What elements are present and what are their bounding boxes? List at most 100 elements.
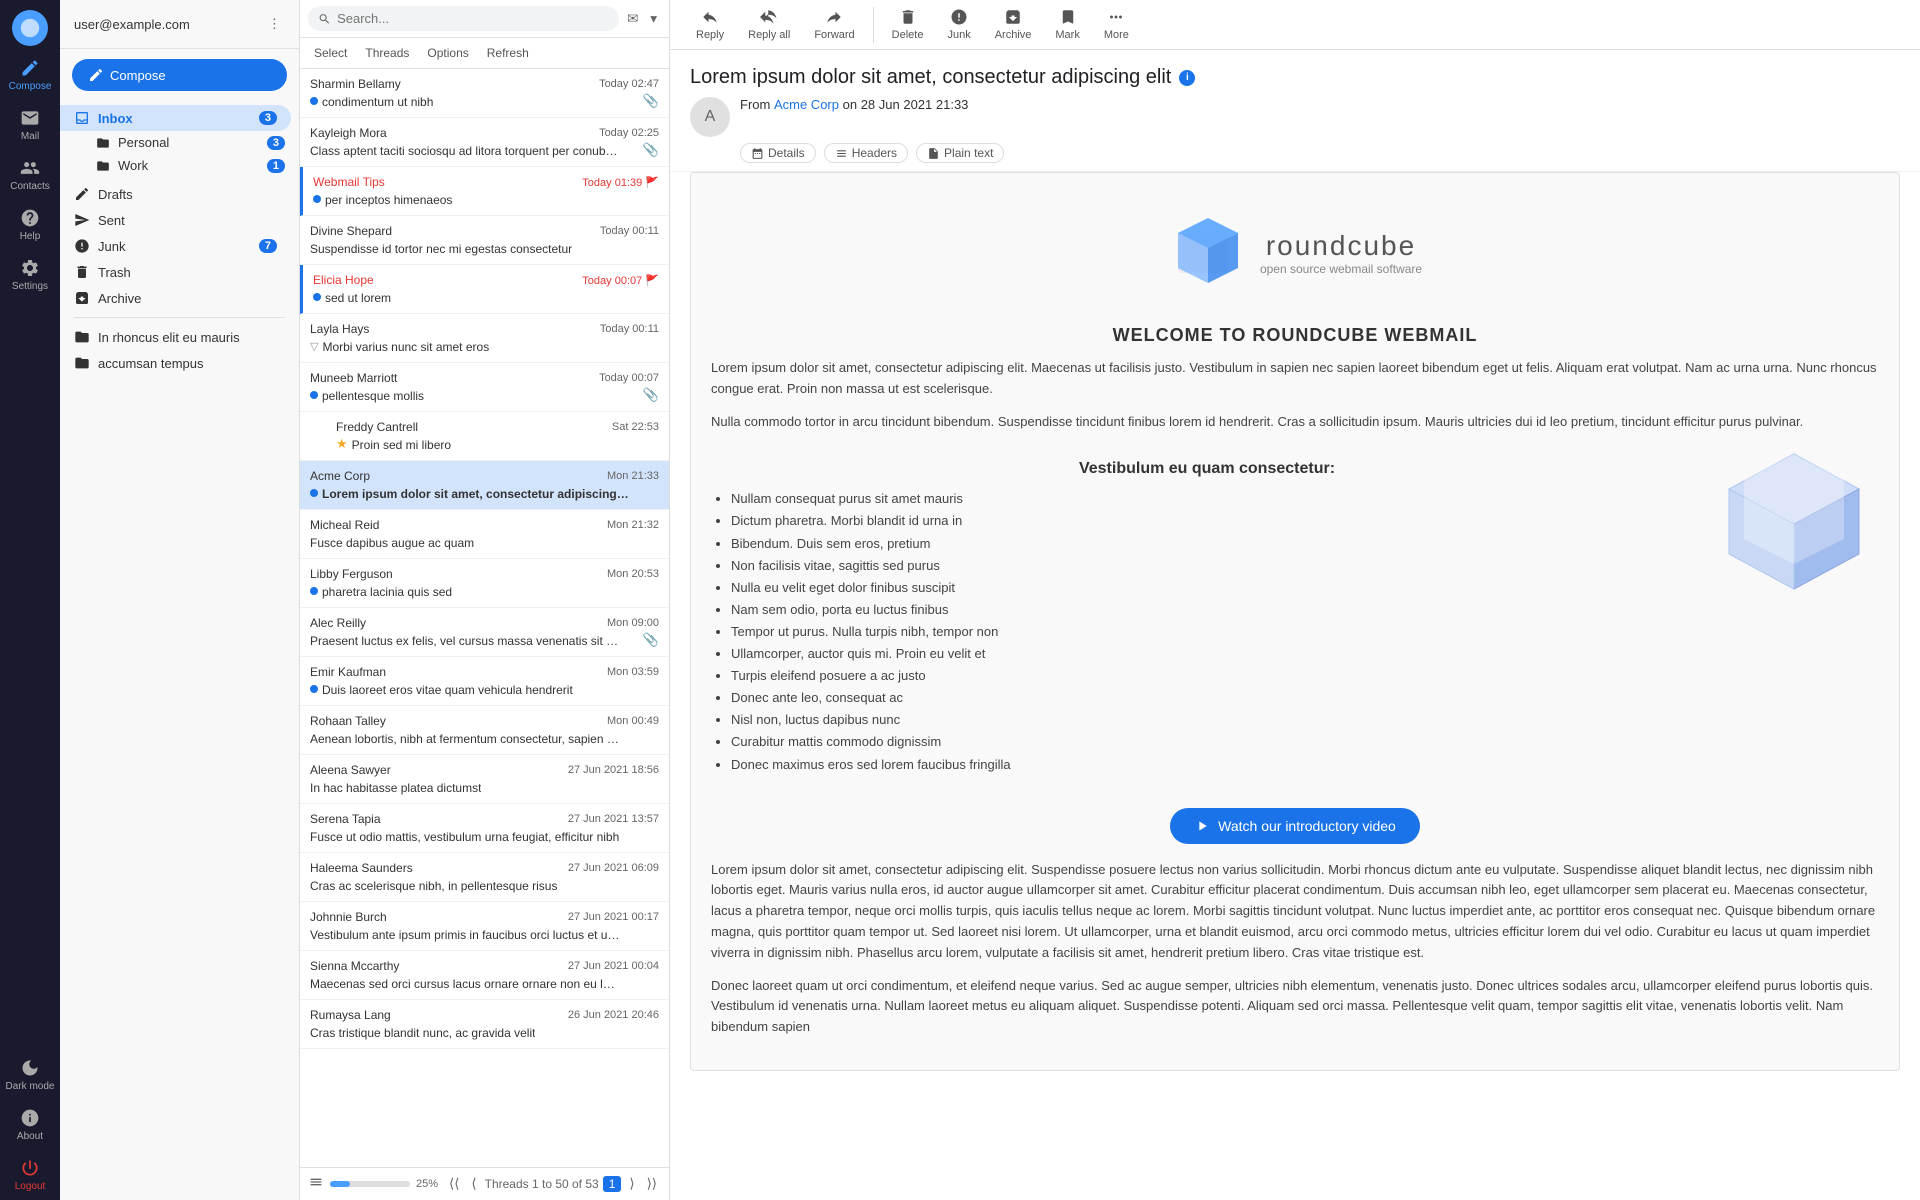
delete-button[interactable]: Delete [882, 4, 934, 45]
plain-text-tag[interactable]: Plain text [916, 143, 1004, 163]
sender-link[interactable]: Acme Corp [774, 97, 839, 112]
email-item[interactable]: Sienna Mccarthy 27 Jun 2021 00:04 Maecen… [300, 951, 669, 1000]
last-page-button[interactable]: ⟩⟩ [643, 1174, 661, 1194]
email-subject: In hac habitasse platea dictumst [310, 781, 481, 795]
select-button[interactable]: Select [306, 42, 355, 64]
email-sender: Sharmin Bellamy [310, 77, 401, 91]
email-time: Sat 22:53 [612, 421, 659, 433]
prev-page-button[interactable]: ⟨ [467, 1174, 480, 1194]
email-item[interactable]: Webmail Tips Today 01:39 🚩 per inceptos … [300, 167, 669, 216]
email-time: 27 Jun 2021 13:57 [568, 813, 659, 825]
nav-folder-junk[interactable]: Junk 7 [60, 233, 291, 259]
archive-button[interactable]: Archive [985, 4, 1042, 45]
nav-subfolder-personal[interactable]: Personal 3 [60, 131, 299, 154]
email-item[interactable]: Micheal Reid Mon 21:32 Fusce dapibus aug… [300, 510, 669, 559]
email-item[interactable]: Libby Ferguson Mon 20:53 pharetra lacini… [300, 559, 669, 608]
more-button[interactable]: More [1094, 4, 1139, 45]
help-label: Help [20, 231, 41, 242]
threads-button[interactable]: Threads [357, 42, 417, 64]
email-item[interactable]: Elicia Hope Today 00:07 🚩 sed ut lorem [300, 265, 669, 314]
envelope-filter-button[interactable]: ✉ [623, 7, 642, 31]
nav-subfolder-work[interactable]: Work 1 [60, 154, 299, 177]
email-sender: Haleema Saunders [310, 861, 413, 875]
first-page-button[interactable]: ⟨⟨ [445, 1174, 463, 1194]
nav-folder-archive[interactable]: Archive [60, 285, 291, 311]
progress-fill [330, 1181, 350, 1187]
thread-expand-icon[interactable]: ▽ [310, 340, 318, 353]
sidebar-item-logout[interactable]: Logout [2, 1150, 59, 1200]
video-button[interactable]: Watch our introductory video [1170, 808, 1420, 844]
email-item[interactable]: Alec Reilly Mon 09:00 Praesent luctus ex… [300, 608, 669, 657]
body-paragraph-2: Nulla commodo tortor in arcu tincidunt b… [711, 412, 1879, 433]
email-item[interactable]: Aleena Sawyer 27 Jun 2021 18:56 In hac h… [300, 755, 669, 804]
email-sender: Freddy Cantrell [336, 420, 418, 434]
search-dropdown-button[interactable]: ▾ [646, 7, 661, 31]
nav-folder-trash[interactable]: Trash [60, 259, 291, 285]
delete-label: Delete [892, 29, 924, 41]
refresh-button[interactable]: Refresh [479, 42, 537, 64]
email-item[interactable]: Rumaysa Lang 26 Jun 2021 20:46 Cras tris… [300, 1000, 669, 1049]
email-item[interactable]: Johnnie Burch 27 Jun 2021 00:17 Vestibul… [300, 902, 669, 951]
sidebar-item-darkmode[interactable]: Dark mode [2, 1050, 59, 1100]
nav-options-button[interactable]: ⋮ [264, 12, 285, 36]
email-item[interactable]: Sharmin Bellamy Today 02:47 condimentum … [300, 69, 669, 118]
email-item[interactable]: Emir Kaufman Mon 03:59 Duis laoreet eros… [300, 657, 669, 706]
nav-folder-sent[interactable]: Sent [60, 207, 291, 233]
list-item: Dictum pharetra. Morbi blandit id urna i… [731, 510, 1703, 532]
reply-all-label: Reply all [748, 29, 790, 41]
nav-folder-accumsan[interactable]: accumsan tempus [60, 350, 291, 376]
next-page-button[interactable]: ⟩ [625, 1174, 638, 1194]
details-tag[interactable]: Details [740, 143, 816, 163]
junk-button[interactable]: Junk [937, 4, 980, 45]
email-list: Sharmin Bellamy Today 02:47 condimentum … [300, 69, 669, 1167]
options-button[interactable]: Options [419, 42, 476, 64]
sender-row: A From Acme Corp on 28 Jun 2021 21:33 [690, 97, 1900, 137]
reply-all-button[interactable]: Reply all [738, 4, 800, 45]
reply-button[interactable]: Reply [686, 4, 734, 45]
headers-tag[interactable]: Headers [824, 143, 908, 163]
email-item-selected[interactable]: Acme Corp Mon 21:33 Lorem ipsum dolor si… [300, 461, 669, 510]
sidebar-item-help[interactable]: Help [0, 200, 60, 250]
nav-folder-inrhoncus[interactable]: In rhoncus elit eu mauris [60, 324, 291, 350]
email-item[interactable]: Freddy Cantrell Sat 22:53 ★ Proin sed mi… [300, 412, 669, 461]
email-item[interactable]: Haleema Saunders 27 Jun 2021 06:09 Cras … [300, 853, 669, 902]
nav-folder-drafts[interactable]: Drafts [60, 181, 291, 207]
search-input[interactable] [337, 11, 609, 26]
nav-panel: user@example.com ⋮ Compose Inbox 3 Perso… [60, 0, 300, 1200]
email-item[interactable]: Muneeb Marriott Today 00:07 pellentesque… [300, 363, 669, 412]
sidebar-item-about[interactable]: About [2, 1100, 59, 1150]
cube-illustration [1719, 444, 1869, 594]
email-item[interactable]: Rohaan Talley Mon 00:49 Aenean lobortis,… [300, 706, 669, 755]
email-subject: pellentesque mollis [322, 389, 424, 403]
section-title: Vestibulum eu quam consectetur: [711, 460, 1703, 478]
email-subject: pharetra lacinia quis sed [322, 585, 452, 599]
email-time: 27 Jun 2021 18:56 [568, 764, 659, 776]
reply-label: Reply [696, 29, 724, 41]
email-item[interactable]: Divine Shepard Today 00:11 Suspendisse i… [300, 216, 669, 265]
email-item[interactable]: Serena Tapia 27 Jun 2021 13:57 Fusce ut … [300, 804, 669, 853]
unread-indicator [310, 587, 318, 595]
work-badge: 1 [267, 159, 285, 173]
email-sender: Webmail Tips [313, 175, 385, 189]
email-item[interactable]: Layla Hays Today 00:11 ▽ Morbi varius nu… [300, 314, 669, 363]
sidebar-item-contacts[interactable]: Contacts [0, 150, 60, 200]
email-item[interactable]: Kayleigh Mora Today 02:25 Class aptent t… [300, 118, 669, 167]
forward-button[interactable]: Forward [804, 4, 864, 45]
body-list-col: Vestibulum eu quam consectetur: Nullam c… [711, 444, 1703, 791]
email-subject: Cras tristique blandit nunc, ac gravida … [310, 1026, 535, 1040]
unread-indicator [310, 489, 318, 497]
list-item: Nisl non, luctus dapibus nunc [731, 709, 1703, 731]
email-body: roundcube open source webmail software W… [690, 172, 1900, 1071]
mark-button[interactable]: Mark [1045, 4, 1089, 45]
email-time: Today 00:07 [599, 372, 659, 384]
nav-folder-inbox[interactable]: Inbox 3 [60, 105, 291, 131]
email-subject: Aenean lobortis, nibh at fermentum conse… [310, 732, 620, 746]
search-box[interactable] [308, 6, 619, 31]
compose-button[interactable]: Compose [72, 59, 287, 91]
email-sender: Aleena Sawyer [310, 763, 391, 777]
email-sender: Rohaan Talley [310, 714, 386, 728]
sidebar-item-settings[interactable]: Settings [0, 250, 60, 300]
sidebar-item-mail[interactable]: Mail [0, 100, 60, 150]
sidebar-item-compose[interactable]: Compose [0, 50, 60, 100]
email-time: Mon 03:59 [607, 666, 659, 678]
